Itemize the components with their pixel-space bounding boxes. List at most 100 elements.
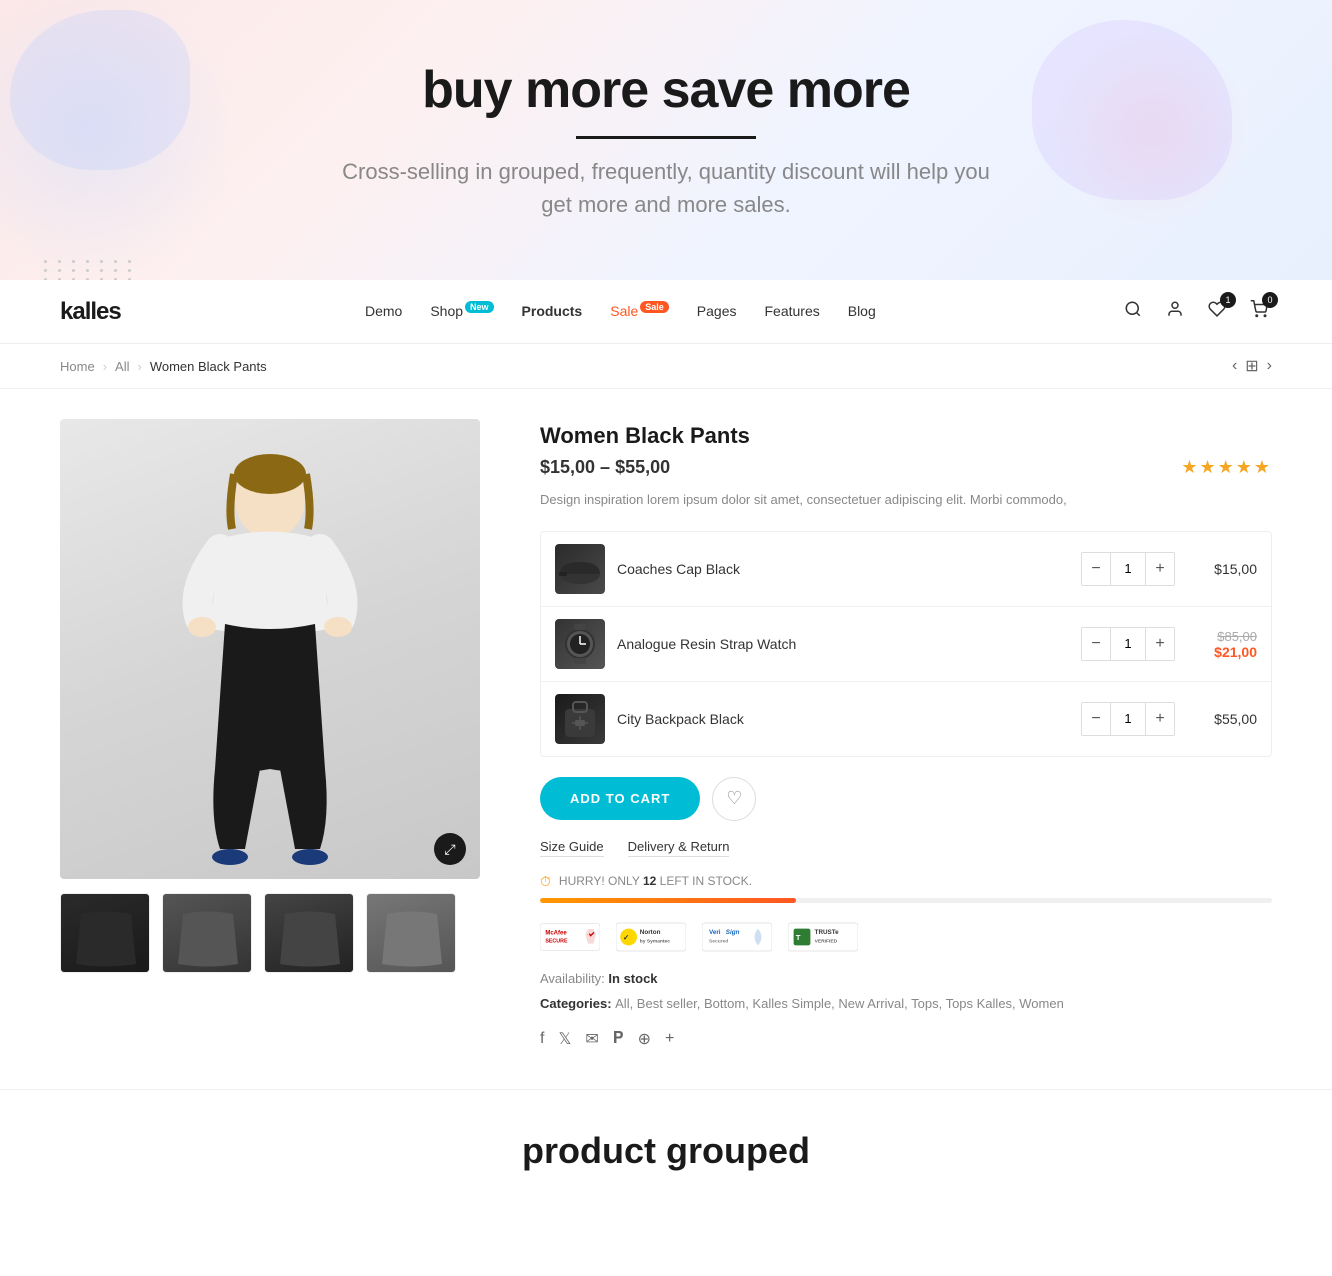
cart-badge: 0 — [1262, 292, 1278, 308]
more-icon[interactable]: + — [665, 1030, 674, 1048]
product-grouped-section: product grouped — [0, 1089, 1332, 1212]
product-details: Women Black Pants $15,00 – $55,00 ★★★★★ … — [540, 419, 1272, 1049]
qty-value-3: 1 — [1110, 703, 1146, 735]
main-product-image: ⤢ — [60, 419, 480, 879]
breadcrumb-current: Women Black Pants — [150, 359, 267, 374]
item-original-price-watch: $85,00 — [1217, 629, 1257, 644]
svg-text:SECURE: SECURE — [545, 938, 568, 944]
product-item-row: City Backpack Black − 1 + $55,00 — [541, 682, 1271, 756]
product-grouped-title: product grouped — [20, 1130, 1312, 1172]
delivery-return-link[interactable]: Delivery & Return — [628, 839, 730, 857]
nav-item-blog[interactable]: Blog — [848, 303, 876, 321]
next-product-button[interactable]: › — [1267, 357, 1272, 375]
stock-icon: ⏱ — [540, 873, 551, 890]
breadcrumb-sep-1: › — [103, 359, 107, 374]
pinterest-icon[interactable]: 𝐏 — [613, 1030, 624, 1048]
size-guide-link[interactable]: Size Guide — [540, 839, 604, 857]
thumbnail-2[interactable] — [162, 893, 252, 973]
product-items-table: Coaches Cap Black − 1 + $15,00 — [540, 531, 1272, 757]
svg-text:VERIFIED: VERIFIED — [815, 938, 838, 944]
product-description: Design inspiration lorem ipsum dolor sit… — [540, 490, 1272, 511]
norton-badge: ✓ Norton by Symantec — [616, 919, 686, 955]
categories-row: Categories: All, Best seller, Bottom, Ka… — [540, 994, 1272, 1015]
qty-decrease-1[interactable]: − — [1082, 553, 1110, 585]
add-to-cart-button[interactable]: ADD TO CART — [540, 777, 700, 820]
svg-text:✓: ✓ — [623, 933, 629, 942]
item-sale-price-watch: $21,00 — [1214, 644, 1257, 660]
navbar-icons: 1 0 — [1120, 296, 1272, 327]
breadcrumb-home[interactable]: Home — [60, 359, 95, 374]
availability-label: Availability: — [540, 971, 608, 986]
qty-control-1: − 1 + — [1081, 552, 1175, 586]
product-price: $15,00 – $55,00 — [540, 457, 670, 478]
wishlist-button[interactable]: 1 — [1204, 296, 1230, 327]
search-button[interactable] — [1120, 296, 1146, 327]
site-logo[interactable]: kalles — [60, 298, 121, 326]
trust-badges: McAfee SECURE ✓ Norton by Symantec — [540, 919, 1272, 955]
item-name-bag: City Backpack Black — [617, 711, 1069, 727]
prev-product-button[interactable]: ‹ — [1232, 357, 1237, 375]
hero-title: buy more save more — [20, 60, 1312, 120]
svg-text:by Symantec: by Symantec — [640, 938, 670, 944]
svg-text:Secured: Secured — [709, 938, 728, 944]
svg-text:T: T — [796, 933, 801, 942]
item-thumbnail-bag — [555, 694, 605, 744]
wishlist-button[interactable]: ♡ — [712, 777, 756, 821]
item-price-watch: $85,00 $21,00 — [1187, 628, 1257, 660]
nav-item-demo[interactable]: Demo — [365, 303, 402, 321]
product-section: ⤢ — [0, 389, 1332, 1089]
breadcrumb-sep-2: › — [137, 359, 141, 374]
qty-decrease-3[interactable]: − — [1082, 703, 1110, 735]
product-item-row: Coaches Cap Black − 1 + $15,00 — [541, 532, 1271, 607]
email-icon[interactable]: ✉ — [585, 1029, 598, 1049]
nav-item-features[interactable]: Features — [764, 303, 819, 321]
thumbnail-3[interactable] — [264, 893, 354, 973]
star-rating: ★★★★★ — [1181, 457, 1272, 478]
stock-row: ⏱ HURRY! ONLY 12 LEFT IN STOCK. — [540, 873, 1272, 890]
availability-value: In stock — [608, 971, 657, 986]
nav-item-products[interactable]: Products — [522, 303, 583, 321]
main-nav: Demo ShopNew Products SaleSale Pages Fea… — [365, 303, 876, 321]
social-row: f 𝕏 ✉ 𝐏 ⊕ + — [540, 1029, 1272, 1049]
qty-value-2: 1 — [1110, 628, 1146, 660]
qty-decrease-2[interactable]: − — [1082, 628, 1110, 660]
thumbnail-4[interactable] — [366, 893, 456, 973]
item-name-watch: Analogue Resin Strap Watch — [617, 636, 1069, 652]
nav-item-pages[interactable]: Pages — [697, 303, 737, 321]
qty-increase-3[interactable]: + — [1146, 703, 1174, 735]
breadcrumb-all[interactable]: All — [115, 359, 129, 374]
account-button[interactable] — [1162, 296, 1188, 327]
product-price-row: $15,00 – $55,00 ★★★★★ — [540, 457, 1272, 478]
qty-control-3: − 1 + — [1081, 702, 1175, 736]
grid-view-button[interactable]: ⊞ — [1245, 356, 1258, 376]
thumbnail-1[interactable] — [60, 893, 150, 973]
mcafee-badge: McAfee SECURE — [540, 919, 600, 955]
nav-item-sale[interactable]: SaleSale — [610, 303, 669, 321]
cart-button[interactable]: 0 — [1246, 296, 1272, 327]
breadcrumb: Home › All › Women Black Pants — [60, 359, 267, 374]
hero-subtitle: Cross-selling in grouped, frequently, qu… — [326, 155, 1006, 221]
product-images: ⤢ — [60, 419, 480, 1049]
item-price-cap: $15,00 — [1187, 561, 1257, 577]
hero-divider — [576, 136, 756, 139]
truste-badge: T TRUSTe VERIFIED — [788, 919, 858, 955]
cart-row: ADD TO CART ♡ — [540, 777, 1272, 821]
nav-item-shop[interactable]: ShopNew — [430, 303, 493, 321]
qty-increase-1[interactable]: + — [1146, 553, 1174, 585]
breadcrumb-navigation: ‹ ⊞ › — [1232, 356, 1272, 376]
item-name-cap: Coaches Cap Black — [617, 561, 1069, 577]
product-item-row: Analogue Resin Strap Watch − 1 + $85,00 … — [541, 607, 1271, 682]
stock-count: 12 — [643, 874, 656, 888]
facebook-icon[interactable]: f — [540, 1030, 544, 1048]
twitter-icon[interactable]: 𝕏 — [558, 1029, 571, 1049]
svg-text:TRUSTe: TRUSTe — [815, 929, 840, 936]
svg-text:McAfee: McAfee — [545, 930, 567, 936]
availability-row: Availability: In stock — [540, 971, 1272, 986]
svg-text:Norton: Norton — [640, 929, 661, 936]
qty-increase-2[interactable]: + — [1146, 628, 1174, 660]
shop-badge: New — [465, 301, 494, 313]
hero-section: buy more save more Cross-selling in grou… — [0, 0, 1332, 280]
expand-image-button[interactable]: ⤢ — [434, 833, 466, 865]
messenger-icon[interactable]: ⊕ — [638, 1029, 651, 1049]
wishlist-badge: 1 — [1220, 292, 1236, 308]
